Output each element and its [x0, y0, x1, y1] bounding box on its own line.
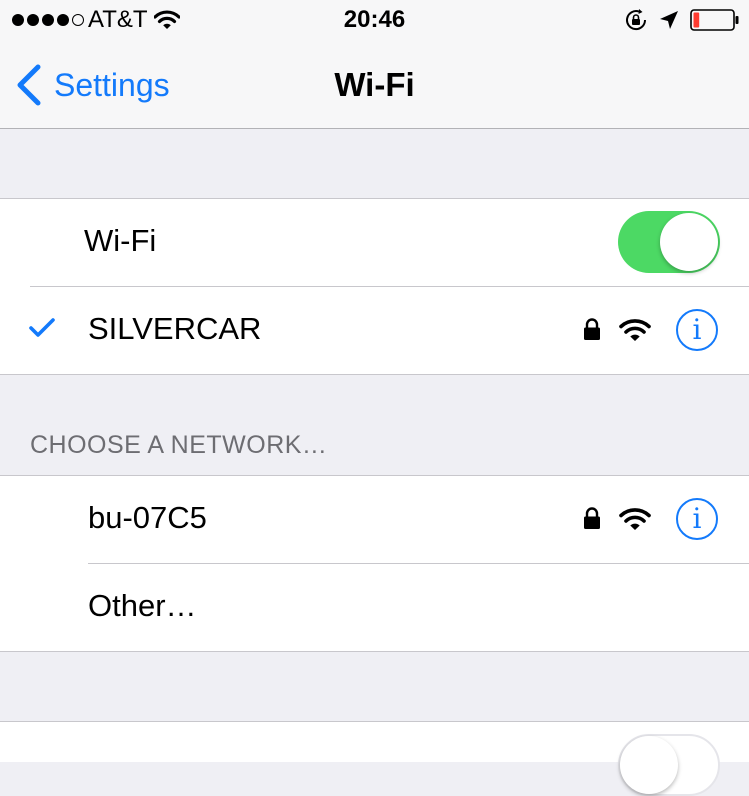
lock-icon	[584, 507, 600, 529]
ask-to-join-group	[0, 721, 749, 796]
wifi-settings-group: Wi-Fi SILVERCAR i	[0, 198, 749, 375]
status-bar: AT&T 20:46	[0, 0, 749, 40]
battery-icon	[690, 9, 739, 31]
network-info-button[interactable]: i	[676, 498, 718, 540]
lock-icon	[584, 318, 600, 340]
wifi-toggle-label: Wi-Fi	[84, 223, 157, 258]
toggle-knob	[620, 736, 678, 794]
section-header: CHOOSE A NETWORK…	[30, 431, 328, 459]
toggle-knob	[660, 213, 718, 271]
network-row-connected[interactable]: SILVERCAR i	[0, 287, 749, 374]
network-info-button[interactable]: i	[676, 309, 718, 351]
wifi-toggle-switch[interactable]	[618, 211, 720, 273]
wifi-signal-icon	[619, 319, 651, 341]
other-network-label: Other…	[88, 588, 197, 623]
navigation-bar: Settings Wi-Fi	[0, 40, 749, 129]
network-name: SILVERCAR	[88, 311, 262, 346]
location-arrow-icon	[660, 11, 678, 29]
wifi-toggle-row: Wi-Fi	[0, 199, 749, 286]
page-title: Wi-Fi	[334, 66, 415, 103]
available-networks-group: bu-07C5 i Other…	[0, 475, 749, 652]
rotation-lock-icon	[626, 9, 647, 31]
wifi-signal-icon	[619, 508, 651, 530]
network-name: bu-07C5	[88, 500, 207, 535]
other-network-row[interactable]: Other…	[0, 564, 749, 651]
ask-to-join-toggle-switch[interactable]	[618, 734, 720, 796]
battery-level-fill	[693, 12, 700, 28]
network-row[interactable]: bu-07C5 i	[0, 476, 749, 563]
checkmark-icon	[29, 318, 55, 337]
